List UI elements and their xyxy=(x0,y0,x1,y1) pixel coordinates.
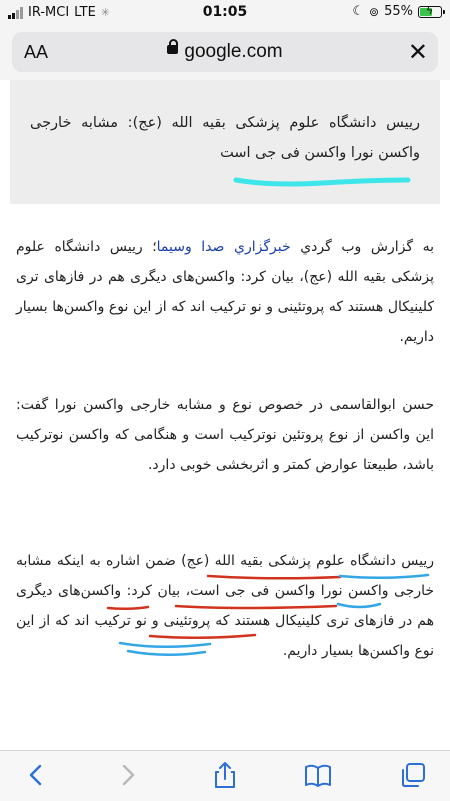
article-paragraph-2: حسن ابوالقاسمی در خصوص نوع و مشابه خارجی… xyxy=(16,397,434,473)
battery-percent: 55% xyxy=(384,4,413,19)
forward-icon[interactable] xyxy=(112,761,142,789)
rotation-lock-icon: ⊚ xyxy=(369,4,380,19)
browser-header: AA google.com ✕ xyxy=(0,26,450,81)
back-icon[interactable] xyxy=(22,761,52,789)
moon-icon: ☾ xyxy=(352,4,365,19)
headline-box: رییس دانشگاه علوم پزشکی بقیه الله (عج): … xyxy=(10,80,440,204)
paragraph-1-prefix: به گزارش وب گردي xyxy=(290,239,435,255)
close-icon[interactable]: ✕ xyxy=(408,38,428,66)
battery-icon: ϟ xyxy=(418,4,445,18)
cyan-highlight-mark xyxy=(233,177,411,187)
lock-icon xyxy=(167,39,179,55)
address-bar[interactable]: AA google.com ✕ xyxy=(12,32,438,72)
tabs-icon[interactable] xyxy=(398,761,428,789)
news-agency-link[interactable]: خبرگزاري صدا وسيما xyxy=(157,239,291,255)
status-bar: IR-MCI LTE ✳ 01:05 ☾ ⊚ 55% ϟ xyxy=(0,0,450,26)
status-right: ☾ ⊚ 55% ϟ xyxy=(352,4,445,19)
browser-toolbar xyxy=(0,750,450,801)
article-paragraph-1: به گزارش وب گردي خبرگزاري صدا وسيما؛ ریی… xyxy=(16,232,434,352)
article-headline: رییس دانشگاه علوم پزشکی بقیه الله (عج): … xyxy=(30,115,420,161)
url-display[interactable]: google.com xyxy=(12,39,438,63)
share-icon[interactable] xyxy=(210,761,240,789)
article-paragraph-3: رییس دانشگاه علوم پزشکی بقیه الله (عج) ض… xyxy=(16,553,434,659)
page-content: رییس دانشگاه علوم پزشکی بقیه الله (عج): … xyxy=(0,80,450,750)
bookmarks-icon[interactable] xyxy=(303,761,333,789)
domain-label: google.com xyxy=(184,41,283,62)
